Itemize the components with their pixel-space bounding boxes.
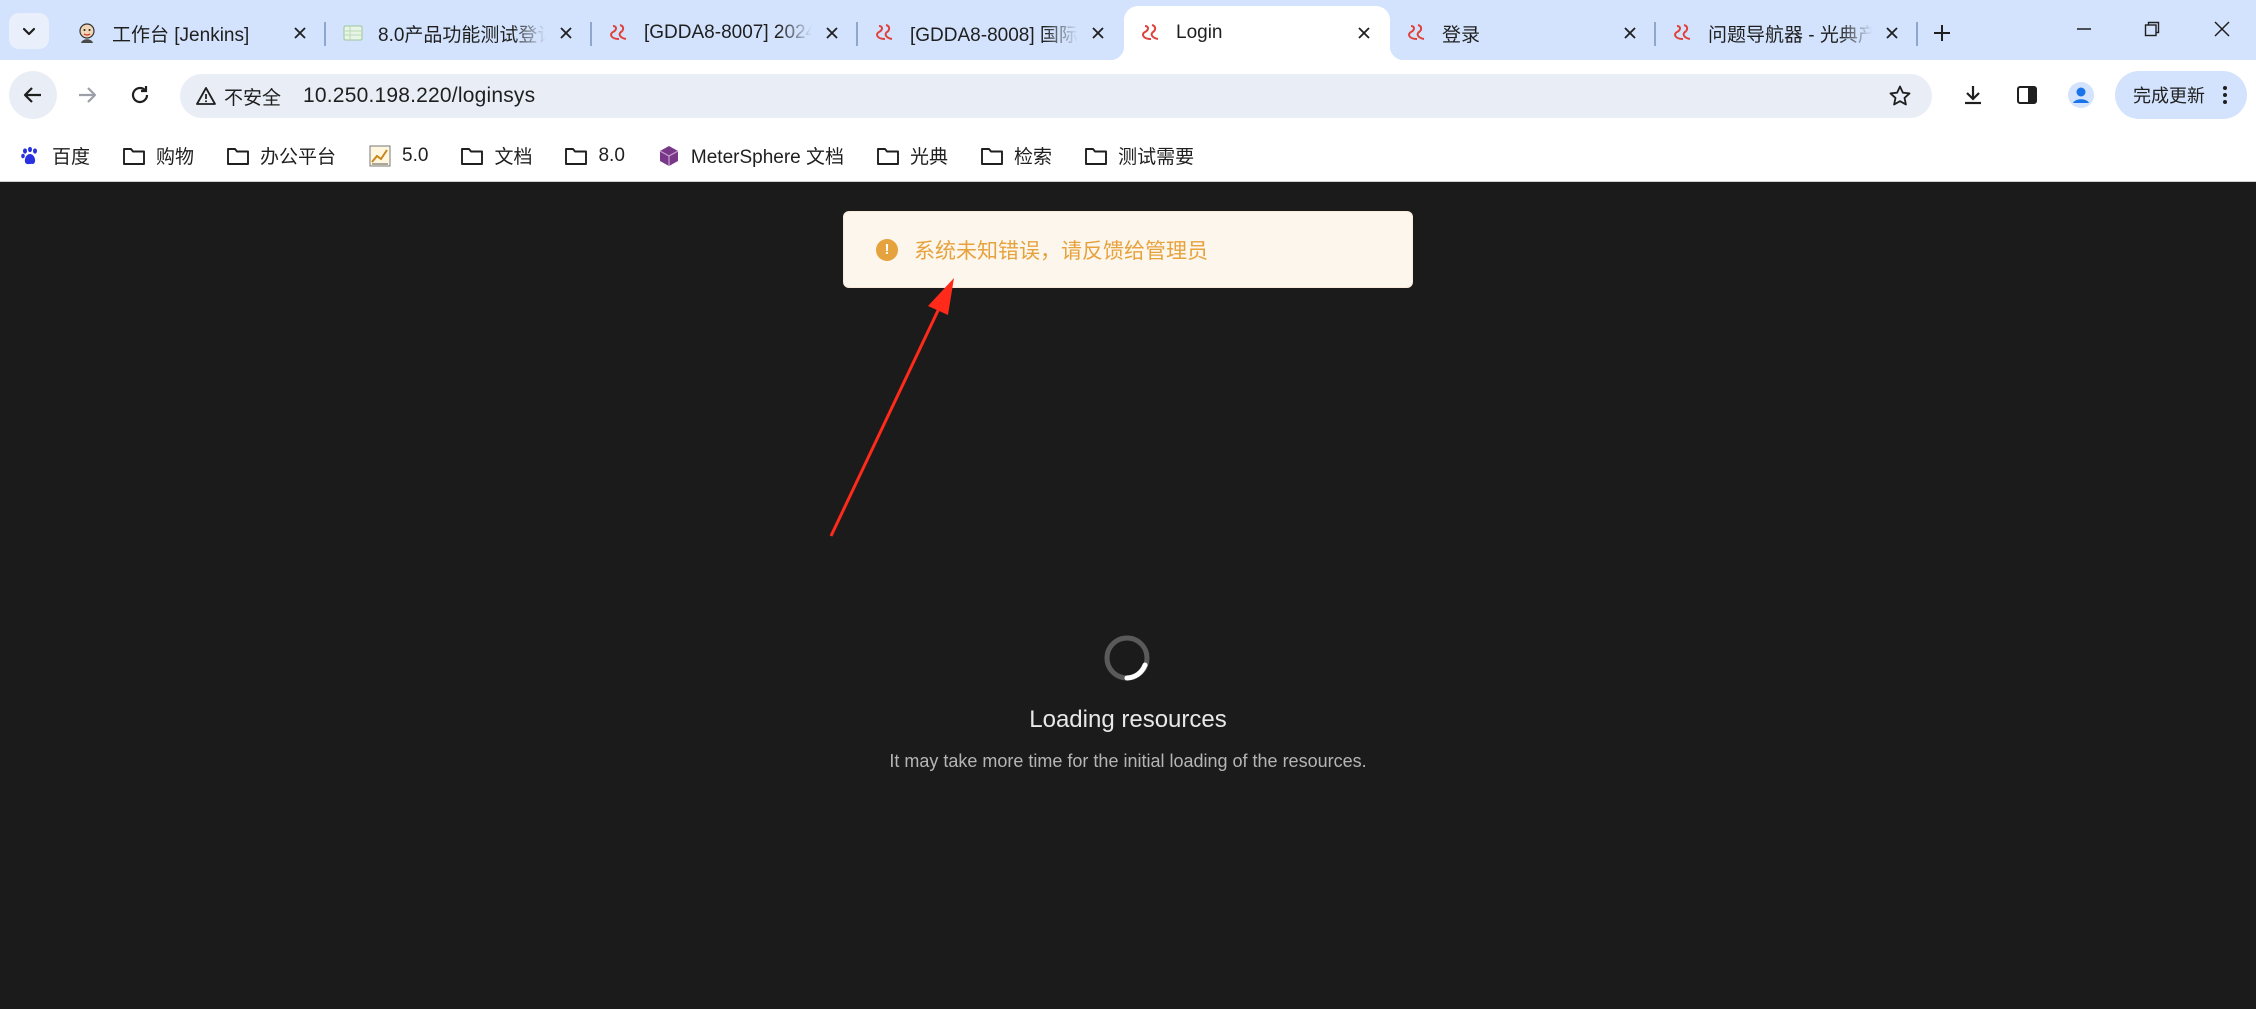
close-icon — [2214, 21, 2230, 37]
address-bar[interactable]: 不安全 10.250.198.220/loginsys — [180, 74, 1932, 118]
tab-issue-navigator[interactable]: 问题导航器 - 光典产品 — [1656, 6, 1918, 60]
close-window-button[interactable] — [2188, 0, 2256, 58]
loading-spinner-icon — [1104, 635, 1150, 681]
bookmark-folder-office[interactable]: 办公平台 — [226, 138, 346, 174]
tab-gdda8-8007[interactable]: [GDDA8-8007] 2024 — [592, 6, 858, 60]
bookmark-folder-docs[interactable]: 文档 — [460, 138, 542, 174]
tab-test-register[interactable]: 8.0产品功能测试登记 — [326, 6, 592, 60]
close-icon[interactable] — [554, 21, 578, 45]
folder-icon — [460, 144, 484, 168]
bookmark-baidu[interactable]: 百度 — [18, 138, 100, 174]
loading-subtitle: It may take more time for the initial lo… — [889, 751, 1367, 771]
avatar-icon — [2068, 82, 2094, 108]
tab-search-button[interactable] — [9, 13, 49, 49]
side-panel-button[interactable] — [2003, 71, 2051, 119]
finish-update-button[interactable]: 完成更新 — [2115, 71, 2247, 119]
minimize-button[interactable] — [2050, 0, 2118, 58]
reload-button[interactable] — [116, 71, 164, 119]
tab-strip: 工作台 [Jenkins] 8.0产品功能测试登记 [GDDA8-8007] 2… — [0, 0, 2256, 60]
bookmark-label: 百度 — [52, 147, 91, 168]
bookmark-metersphere-docs[interactable]: MeterSphere 文档 — [657, 138, 854, 174]
profile-button[interactable] — [2057, 71, 2105, 119]
app-logo-icon — [874, 22, 896, 44]
folder-icon — [876, 144, 900, 168]
back-button[interactable] — [9, 71, 57, 119]
restore-button[interactable] — [2118, 0, 2186, 58]
bookmark-label: 办公平台 — [260, 147, 337, 168]
jenkins-icon — [76, 22, 98, 44]
bookmark-folder-search[interactable]: 检索 — [980, 138, 1062, 174]
minimize-icon — [2077, 28, 2091, 30]
folder-icon — [564, 144, 588, 168]
bookmark-folder-test-needs[interactable]: 测试需要 — [1084, 138, 1204, 174]
close-icon[interactable] — [1086, 21, 1110, 45]
bookmarks-bar: 百度 购物 办公平台 5.0 文档 8.0 MeterSphere 文档 光典 … — [0, 130, 2256, 182]
tab-login[interactable]: Login — [1110, 6, 1404, 60]
tab-title: [GDDA8-8008] 国际 — [910, 24, 1078, 46]
browser-toolbar: 不安全 10.250.198.220/loginsys 完成更新 — [0, 60, 2256, 130]
arrow-right-icon — [79, 87, 97, 103]
close-icon[interactable] — [1880, 21, 1904, 45]
tab-title: 问题导航器 - 光典产品 — [1708, 24, 1872, 46]
folder-icon — [1084, 144, 1108, 168]
forward-button[interactable] — [63, 71, 111, 119]
bookmark-label: 检索 — [1014, 147, 1053, 168]
bookmark-label: 5.0 — [402, 144, 429, 166]
tab-title: 工作台 [Jenkins] — [112, 24, 250, 46]
security-label: 不安全 — [224, 87, 282, 109]
bookmark-folder-8-0[interactable]: 8.0 — [564, 138, 634, 174]
tab-gdda8-8008[interactable]: [GDDA8-8008] 国际 — [858, 6, 1124, 60]
app-logo-icon — [1406, 22, 1428, 44]
chevron-down-icon — [22, 27, 36, 36]
folder-icon — [980, 144, 1004, 168]
close-icon[interactable] — [1352, 21, 1376, 45]
tab-title: 登录 — [1442, 24, 1481, 46]
bookmark-star-button[interactable] — [1878, 74, 1922, 118]
security-chip[interactable]: 不安全 — [196, 83, 281, 110]
side-panel-icon — [2017, 86, 2037, 104]
app-logo-icon — [1140, 22, 1162, 44]
close-icon[interactable] — [1618, 21, 1642, 45]
folder-icon — [226, 144, 250, 168]
bookmark-label: 购物 — [156, 147, 195, 168]
restore-icon — [2144, 21, 2160, 37]
tab-list: 工作台 [Jenkins] 8.0产品功能测试登记 [GDDA8-8007] 2… — [60, 6, 1966, 60]
plus-icon — [1934, 25, 1950, 41]
bookmark-5-0[interactable]: 5.0 — [368, 138, 438, 174]
update-label: 完成更新 — [2133, 86, 2205, 106]
close-icon[interactable] — [820, 21, 844, 45]
bookmark-label: 测试需要 — [1118, 147, 1195, 168]
bookmark-folder-shopping[interactable]: 购物 — [122, 138, 204, 174]
close-icon[interactable] — [288, 21, 312, 45]
tab-title: Login — [1176, 22, 1223, 43]
bookmark-label: 8.0 — [598, 144, 625, 166]
warning-triangle-icon — [196, 87, 216, 105]
bookmark-label: 光典 — [910, 147, 949, 168]
kebab-menu-icon — [2223, 86, 2227, 104]
metersphere-cube-icon — [657, 144, 681, 168]
folder-icon — [122, 144, 146, 168]
url-text[interactable]: 10.250.198.220/loginsys — [303, 84, 535, 108]
tab-title: 8.0产品功能测试登记 — [378, 24, 546, 46]
app-logo-icon — [608, 22, 630, 44]
downloads-button[interactable] — [1949, 71, 1997, 119]
download-icon — [1965, 86, 1981, 105]
star-icon — [1889, 85, 1911, 106]
bookmark-label: 文档 — [494, 147, 533, 168]
page-content: ! 系统未知错误，请反馈给管理员 Loading resources It ma… — [0, 182, 2256, 1009]
annotation-arrow — [829, 278, 954, 537]
app-logo-icon — [1672, 22, 1694, 44]
new-tab-button[interactable] — [1918, 6, 1966, 60]
baidu-paw-icon — [18, 144, 42, 168]
loading-title: Loading resources — [1029, 706, 1227, 733]
reload-icon — [131, 86, 149, 104]
chart-image-icon — [368, 144, 392, 168]
arrow-left-icon — [23, 87, 41, 103]
bookmark-label: MeterSphere 文档 — [690, 147, 845, 168]
tab-title: [GDDA8-8007] 2024 — [644, 22, 812, 43]
sheet-icon — [342, 22, 364, 44]
tab-jenkins[interactable]: 工作台 [Jenkins] — [60, 6, 326, 60]
tab-login-cn[interactable]: 登录 — [1390, 6, 1656, 60]
bookmark-folder-guangdian[interactable]: 光典 — [876, 138, 958, 174]
